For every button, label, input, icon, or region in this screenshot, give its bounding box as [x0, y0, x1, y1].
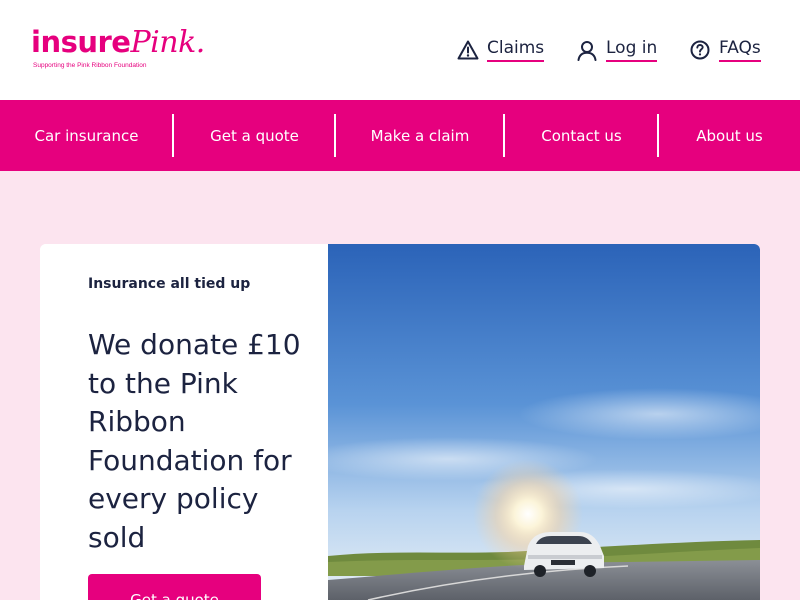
logo-word-pink: Pink. [130, 25, 205, 60]
claims-label: Claims [487, 38, 545, 62]
question-circle-icon [689, 39, 711, 61]
logo-tagline: Supporting the Pink Ribbon Foundation [33, 62, 147, 69]
logo-wordmark: insurePink. [31, 28, 205, 58]
hero-car-image [298, 244, 760, 600]
hero-headline: We donate £10 to the Pink Ribbon Foundat… [88, 328, 301, 554]
main-navigation: Car insurance Get a quote Make a claim C… [0, 100, 800, 171]
utility-link-claims[interactable]: Claims [457, 36, 545, 64]
hero-eyebrow: Insurance all tied up [88, 276, 251, 292]
hero-card: Insurance all tied up We donate £10 to t… [40, 244, 760, 600]
login-link[interactable]: Log in [576, 38, 658, 62]
warning-triangle-icon [457, 39, 479, 61]
hero-text-panel: Insurance all tied up We donate £10 to t… [40, 244, 328, 600]
utility-link-faqs[interactable]: FAQs [689, 36, 761, 64]
nav-item-get-a-quote[interactable]: Get a quote [174, 100, 335, 171]
nav-item-make-a-claim[interactable]: Make a claim [336, 100, 504, 171]
logo-word-insure: insure [31, 25, 131, 59]
get-a-quote-button[interactable]: Get a quote [88, 574, 261, 600]
faqs-label: FAQs [719, 38, 761, 62]
login-label: Log in [606, 38, 658, 62]
faqs-link[interactable]: FAQs [689, 38, 761, 62]
site-header: insurePink. Supporting the Pink Ribbon F… [0, 0, 800, 100]
utility-link-login[interactable]: Log in [576, 36, 658, 64]
nav-item-contact-us[interactable]: Contact us [505, 100, 658, 171]
nav-item-car-insurance[interactable]: Car insurance [0, 100, 173, 171]
nav-item-about-us[interactable]: About us [659, 100, 800, 171]
claims-link[interactable]: Claims [457, 38, 545, 62]
insurepink-logo[interactable]: insurePink. Supporting the Pink Ribbon F… [31, 28, 205, 78]
user-icon [576, 39, 598, 61]
